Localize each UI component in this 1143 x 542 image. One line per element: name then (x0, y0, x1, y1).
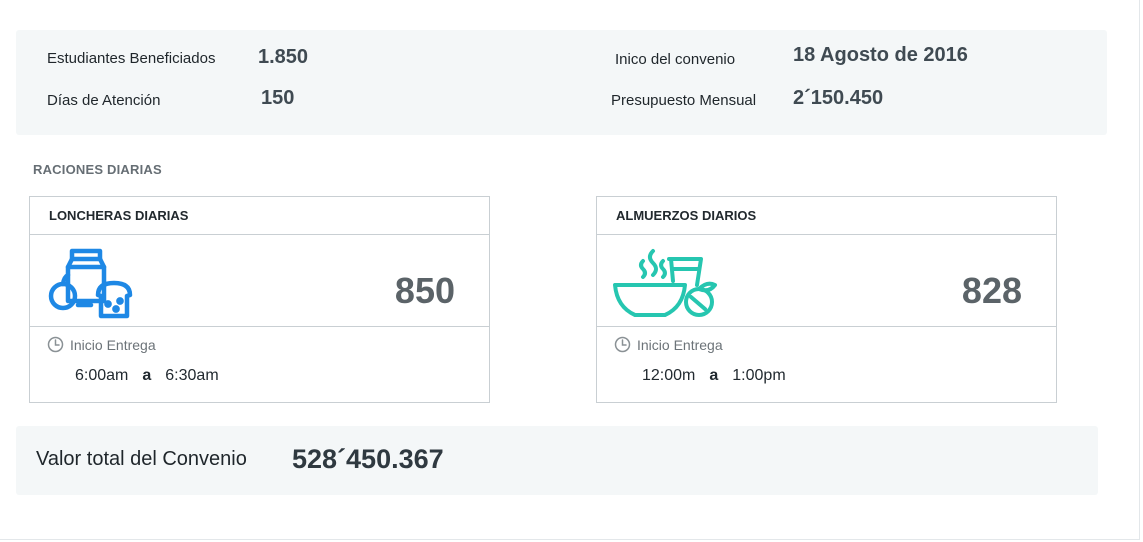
total-panel: Valor total del Convenio 528´450.367 (16, 426, 1098, 495)
total-label: Valor total del Convenio (36, 448, 247, 470)
delivery-row: Inicio Entrega (614, 336, 723, 353)
delivery-label: Inicio Entrega (637, 336, 723, 353)
card-title: ALMUERZOS DIARIOS (597, 197, 1056, 235)
budget-label: Presupuesto Mensual (611, 92, 757, 109)
lunch-card: ALMUERZOS DIARIOS 828 Inicio Entrega 12:… (596, 196, 1057, 403)
days-value: 150 (261, 87, 295, 109)
lunchbox-count: 850 (394, 270, 455, 311)
delivery-row: Inicio Entrega (47, 336, 156, 353)
clock-icon (47, 336, 64, 353)
total-value: 528´450.367 (292, 444, 444, 474)
delivery-time: 12:00m a 1:00pm (642, 367, 786, 385)
lunch-bowl-icon (613, 245, 733, 330)
lunchbox-card: LONCHERAS DIARIAS 850 Inicio Entrega 6:0… (29, 196, 490, 403)
delivery-label: Inicio Entrega (70, 336, 156, 353)
clock-icon (614, 336, 631, 353)
time-end: 6:30am (165, 367, 219, 384)
card-title: LONCHERAS DIARIAS (30, 197, 489, 235)
time-separator: a (142, 367, 152, 384)
card-footer: Inicio Entrega 12:00m a 1:00pm (597, 327, 1056, 402)
start-date-value: 18 Agosto de 2016 (793, 44, 968, 66)
time-separator: a (709, 367, 719, 384)
students-value: 1.850 (258, 46, 309, 68)
summary-panel: Estudiantes Beneficiados 1.850 Días de A… (16, 30, 1107, 135)
start-date-label: Inico del convenio (615, 51, 736, 68)
time-start: 6:00am (75, 367, 129, 384)
card-body: 850 (30, 235, 489, 327)
lunchbox-icon (46, 245, 136, 330)
students-label: Estudiantes Beneficiados (47, 50, 216, 67)
section-title: RACIONES DIARIAS (33, 162, 162, 177)
lunch-count: 828 (961, 270, 1022, 311)
days-label: Días de Atención (47, 92, 161, 109)
delivery-time: 6:00am a 6:30am (75, 367, 219, 385)
time-end: 1:00pm (732, 367, 786, 384)
card-footer: Inicio Entrega 6:00am a 6:30am (30, 327, 489, 402)
budget-value: 2´150.450 (793, 87, 884, 109)
time-start: 12:00m (642, 367, 696, 384)
card-body: 828 (597, 235, 1056, 327)
